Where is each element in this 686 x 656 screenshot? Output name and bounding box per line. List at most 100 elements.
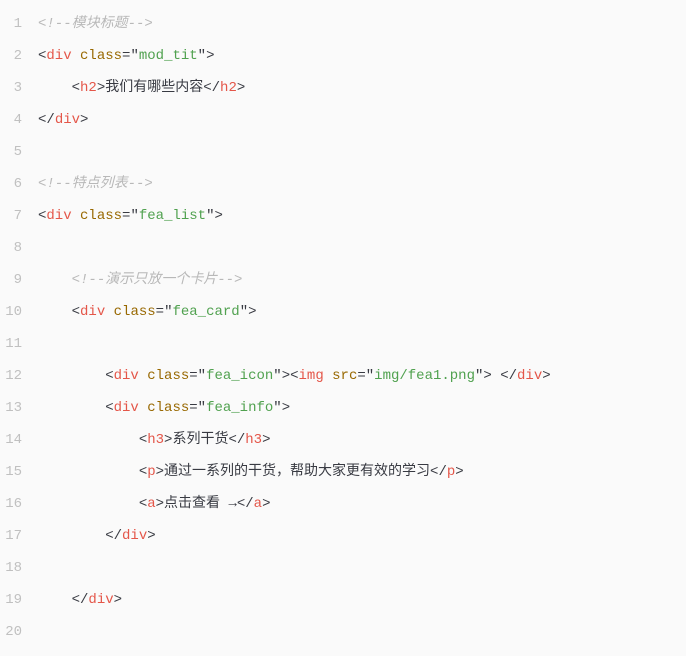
token-punct: > [156,464,164,480]
token-punct: > [206,48,214,64]
token-punct: > [282,400,290,416]
token-tag: a [254,496,262,512]
token-attr-value: fea_card [172,304,239,320]
code-line: <p>通过一系列的干货，帮助大家更有效的学习</p> [32,456,686,488]
token-punct: > [455,464,463,480]
code-line: <h2>我们有哪些内容</h2> [32,72,686,104]
token-punct: " [198,400,206,416]
token-tag: div [114,400,139,416]
token-punct: " [198,48,206,64]
token-punct: " [366,368,374,384]
token-tag: div [55,112,80,128]
code-line: <!--演示只放一个卡片--> [32,264,686,296]
code-line: <div class="fea_card"> [32,296,686,328]
token-punct: < [290,368,298,384]
token-text [492,368,500,384]
token-attr-name: class [114,304,156,320]
code-area[interactable]: <!--模块标题--><div class="mod_tit"> <h2>我们有… [32,8,686,648]
token-comment: <!--模块标题--> [38,16,153,32]
line-number: 6 [0,168,22,200]
token-tag: a [147,496,155,512]
line-number: 20 [0,616,22,648]
token-tag: p [147,464,155,480]
line-number: 11 [0,328,22,360]
token-attr-value: fea_list [139,208,206,224]
line-number: 9 [0,264,22,296]
line-number-gutter: 1234567891011121314151617181920 [0,8,32,648]
token-text [105,304,113,320]
token-punct: " [273,400,281,416]
token-punct: < [72,80,80,96]
code-line: <div class="fea_list"> [32,200,686,232]
token-punct: > [237,80,245,96]
line-number: 3 [0,72,22,104]
token-punct: > [262,496,270,512]
token-tag: h2 [80,80,97,96]
token-tag: img [299,368,324,384]
line-number: 1 [0,8,22,40]
token-punct: > [80,112,88,128]
line-number: 2 [0,40,22,72]
token-attr-name: class [147,400,189,416]
token-punct: " [273,368,281,384]
code-line: </div> [32,104,686,136]
code-line: <!--特点列表--> [32,168,686,200]
line-number: 4 [0,104,22,136]
token-tag: h3 [147,432,164,448]
token-punct: > [114,592,122,608]
token-attr-value: fea_icon [206,368,273,384]
token-attr-value: fea_info [206,400,273,416]
token-punct: = [357,368,365,384]
token-text: 系列干货 [172,432,228,448]
token-attr-value: img/fea1.png [374,368,475,384]
token-punct: = [156,304,164,320]
token-punct: > [248,304,256,320]
token-tag: div [122,528,147,544]
token-punct: > [97,80,105,96]
code-line [32,232,686,264]
token-attr-name: class [147,368,189,384]
token-punct: " [130,48,138,64]
line-number: 5 [0,136,22,168]
token-text [139,400,147,416]
token-attr-name: class [80,208,122,224]
token-punct: > [214,208,222,224]
line-number: 15 [0,456,22,488]
line-number: 17 [0,520,22,552]
token-punct: > [542,368,550,384]
token-punct: < [139,464,147,480]
code-line [32,328,686,360]
token-punct: " [130,208,138,224]
token-punct: </ [203,80,220,96]
token-punct: < [139,496,147,512]
token-punct: > [282,368,290,384]
token-punct: > [147,528,155,544]
token-text [72,48,80,64]
token-punct: < [105,400,113,416]
code-snippet: 1234567891011121314151617181920 <!--模块标题… [0,8,686,648]
token-punct: </ [228,432,245,448]
line-number: 12 [0,360,22,392]
token-tag: div [88,592,113,608]
token-punct: </ [430,464,447,480]
line-number: 13 [0,392,22,424]
code-line [32,552,686,584]
token-punct: < [139,432,147,448]
token-attr-name: class [80,48,122,64]
token-punct: </ [105,528,122,544]
token-tag: h2 [220,80,237,96]
token-text [72,208,80,224]
line-number: 7 [0,200,22,232]
code-line [32,616,686,648]
token-attr-value: mod_tit [139,48,198,64]
token-punct: " [240,304,248,320]
code-line: <div class="mod_tit"> [32,40,686,72]
token-comment: <!--演示只放一个卡片--> [72,272,243,288]
token-text [139,368,147,384]
token-tag: p [447,464,455,480]
code-line: <!--模块标题--> [32,8,686,40]
token-tag: div [517,368,542,384]
token-comment: <!--特点列表--> [38,176,153,192]
code-line: </div> [32,520,686,552]
code-line [32,136,686,168]
